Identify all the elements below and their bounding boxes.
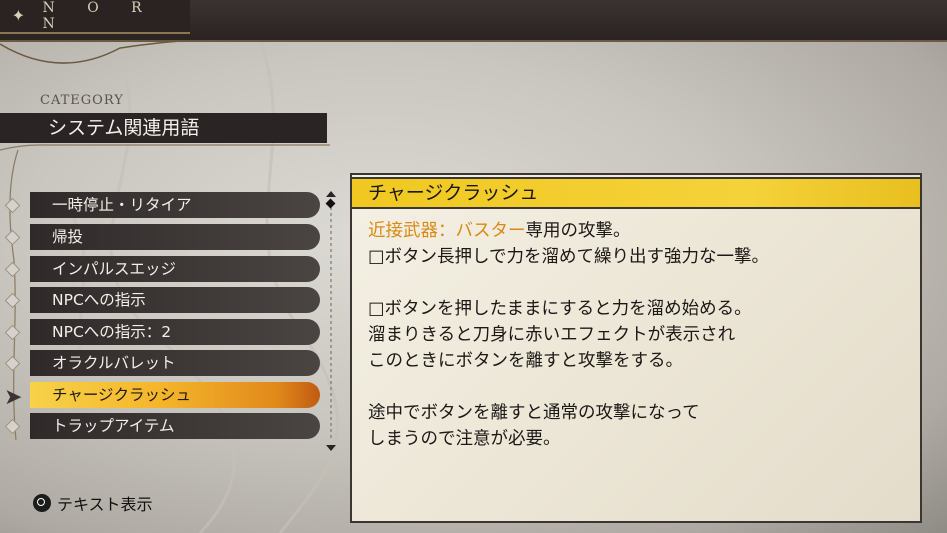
menu-item-npc-instruction[interactable]: NPCへの指示	[30, 287, 320, 313]
menu-item-trap-item[interactable]: トラップアイテム	[30, 413, 320, 439]
top-bar: ✦ N O R N	[0, 0, 947, 42]
content-line-1: 近接武器：バスター専用の攻撃。	[368, 218, 913, 244]
weapon-highlight: 近接武器：バスター	[368, 221, 526, 241]
content-title: チャージクラッシュ	[350, 177, 922, 209]
content-body: 近接武器：バスター専用の攻撃。 □ボタン長押しで力を溜めて繰り出す強力な一撃。 …	[368, 218, 913, 452]
menu-bullet	[4, 197, 21, 214]
text-display-hint[interactable]: テキスト表示	[33, 491, 153, 515]
menu-bullet	[4, 418, 21, 435]
menu-item-pause-retire[interactable]: 一時停止・リタイア	[30, 192, 320, 218]
selection-cursor-icon: ➤	[4, 385, 23, 410]
menu-bullet	[4, 229, 21, 246]
content-line-6: 途中でボタンを離すと通常の攻撃になって	[368, 403, 700, 423]
circle-button-icon	[33, 494, 51, 512]
menu-item-return[interactable]: 帰投	[30, 224, 320, 250]
content-line-4: 溜まりきると刀身に赤いエフェクトが表示され	[368, 325, 736, 345]
menu-bullet	[4, 292, 21, 309]
content-line-2: □ボタン長押しで力を溜めて繰り出す強力な一撃。	[368, 247, 770, 267]
menu-item-oracle-bullet[interactable]: オラクルバレット	[30, 350, 320, 376]
logo-tab: ✦ N O R N	[0, 0, 190, 34]
menu-item-impulse-edge[interactable]: インパルスエッジ	[30, 256, 320, 282]
category-label: CATEGORY	[40, 93, 124, 108]
content-line-3: □ボタンを押したままにすると力を溜め始める。	[368, 299, 752, 319]
category-title[interactable]: システム関連用語	[0, 113, 327, 143]
menu-bullet	[4, 324, 21, 341]
menu-bullet	[4, 355, 21, 372]
content-line-1-text: 専用の攻撃。	[525, 221, 631, 241]
menu-item-charge-crush[interactable]: チャージクラッシュ	[30, 382, 320, 408]
logo-text: N O R N	[42, 0, 156, 32]
content-line-7: しまうので注意が必要。	[368, 429, 561, 449]
menu-item-npc-instruction-2[interactable]: NPCへの指示：2	[30, 319, 320, 345]
logo-icon: ✦	[11, 6, 25, 25]
menu-bullet	[4, 261, 21, 278]
content-line-5: このときにボタンを離すと攻撃をする。	[368, 351, 683, 371]
text-display-label: テキスト表示	[57, 495, 153, 514]
menu-scrollbar[interactable]	[325, 191, 337, 451]
